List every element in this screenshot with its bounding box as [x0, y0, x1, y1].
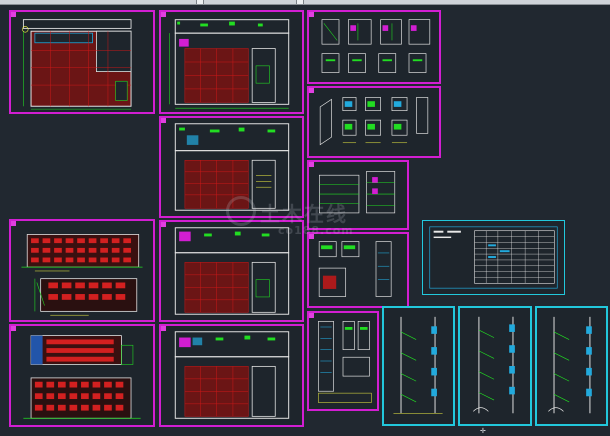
sections-a-drawing [319, 171, 396, 214]
sheet-door-window-schedule[interactable] [422, 220, 565, 295]
side-elevation-drawing [23, 335, 141, 419]
sheet-sections-b[interactable] [307, 232, 409, 308]
sheet-details-b[interactable] [307, 86, 441, 158]
floor-plan-1-drawing [169, 19, 290, 109]
sheet-stair-section-3[interactable] [535, 306, 608, 426]
sections-b-drawing [318, 241, 392, 297]
sheet-stair-section-2[interactable] [458, 306, 532, 426]
horizontal-scrollbar[interactable] [0, 0, 610, 5]
site-plan-drawing [22, 19, 132, 110]
sheet-wall-section-a[interactable] [307, 311, 379, 411]
sheet-floor-plan-1[interactable] [159, 10, 304, 114]
sheet-stair-section-1[interactable] [382, 306, 455, 426]
sheet-floor-plan-2[interactable] [159, 116, 304, 218]
sheet-details-a[interactable] [307, 10, 441, 84]
stair-section-3-drawing [548, 316, 592, 414]
sheet-sections-a[interactable] [307, 160, 409, 230]
schedule-table-drawing [429, 226, 558, 289]
sheet-site-plan[interactable] [9, 10, 155, 114]
sheet-elevations-side[interactable] [9, 324, 155, 427]
floor-plan-3-drawing [174, 227, 290, 315]
crosshair-cursor-icon: ✛ [480, 427, 486, 435]
details-a-drawing [321, 19, 431, 73]
floor-plan-2-drawing [174, 123, 290, 211]
cad-drawing-canvas[interactable]: 土木在线 co188.com ✛ [0, 0, 610, 436]
sheet-floor-plan-4[interactable] [159, 324, 304, 427]
details-b-drawing [319, 97, 429, 146]
sheet-floor-plan-3[interactable] [159, 220, 304, 322]
stair-section-1-drawing [393, 316, 443, 414]
stair-section-2-drawing [473, 316, 515, 414]
wall-section-drawing [318, 321, 372, 403]
floor-plan-4-drawing [174, 331, 290, 419]
sheet-elevations-front[interactable] [9, 219, 155, 322]
scrollbar-thumb-2[interactable] [296, 0, 304, 4]
front-elevation-drawing [21, 234, 143, 316]
scrollbar-thumb[interactable] [196, 0, 204, 4]
